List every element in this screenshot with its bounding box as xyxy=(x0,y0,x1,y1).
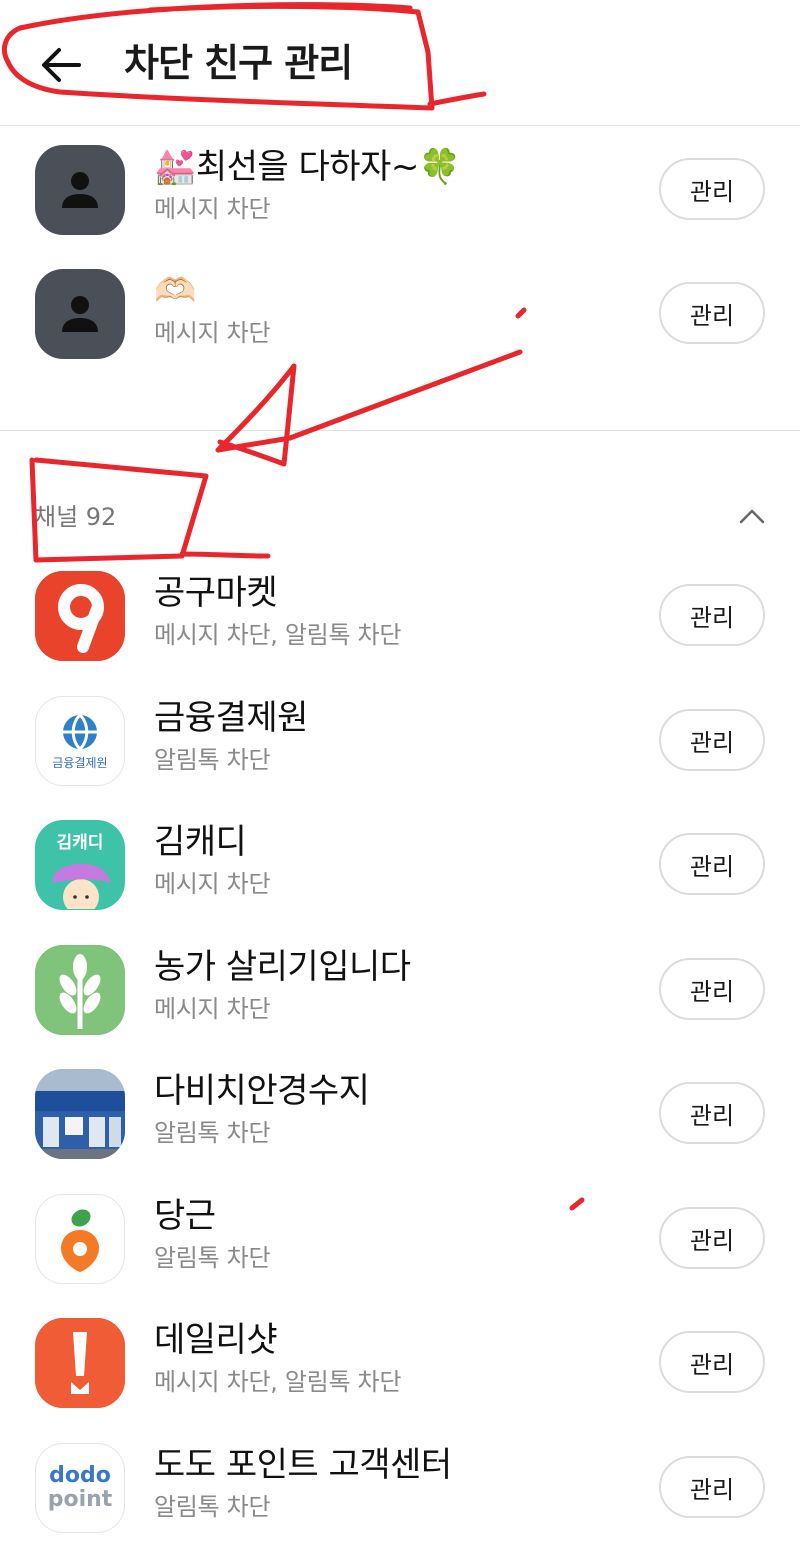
channel-name: 당근 xyxy=(154,1196,216,1236)
gonggu-market-logo xyxy=(35,571,125,661)
dodo-point-logo: dodo point xyxy=(35,1443,125,1533)
block-status: 메시지 차단 xyxy=(154,319,271,347)
block-status: 메시지 차단 xyxy=(154,870,271,898)
friend-name: 💒최선을 다하자~🍀 xyxy=(154,147,461,187)
channel-name: 공구마켓 xyxy=(154,573,278,613)
channel-section-header[interactable]: 채널 92 xyxy=(0,480,800,552)
manage-button[interactable]: 관리 xyxy=(659,282,765,344)
avatar xyxy=(35,269,125,359)
block-status: 메시지 차단, 알림톡 차단 xyxy=(154,1368,402,1396)
manage-button[interactable]: 관리 xyxy=(659,833,765,895)
kftc-logo: 금융결제원 xyxy=(35,696,125,786)
channel-count-label: 채널 92 xyxy=(34,503,117,531)
header: 차단 친구 관리 xyxy=(0,0,800,125)
channel-row: 다비치안경수지 알림톡 차단 관리 xyxy=(0,1054,800,1178)
manage-button[interactable]: 관리 xyxy=(659,1456,765,1518)
manage-button[interactable]: 관리 xyxy=(659,1331,765,1393)
channel-row: 데일리샷 메시지 차단, 알림톡 차단 관리 xyxy=(0,1303,800,1427)
channel-name: 도도 포인트 고객센터 xyxy=(154,1445,452,1485)
dailyshot-logo xyxy=(35,1318,125,1408)
channel-row: 김캐디 김캐디 메시지 차단 관리 xyxy=(0,805,800,929)
manage-button[interactable]: 관리 xyxy=(659,958,765,1020)
block-status: 메시지 차단 xyxy=(154,995,271,1023)
avatar xyxy=(35,145,125,235)
collapse-toggle[interactable] xyxy=(730,494,774,538)
friend-row: 🫶🏻 메시지 차단 관리 xyxy=(0,254,800,378)
manage-button[interactable]: 관리 xyxy=(659,709,765,771)
section-divider xyxy=(0,430,800,431)
channel-row: 농가 살리기입니다 메시지 차단 관리 xyxy=(0,930,800,1054)
channel-name: 농가 살리기입니다 xyxy=(154,947,411,987)
channel-name: 다비치안경수지 xyxy=(154,1071,370,1111)
arrow-left-icon xyxy=(42,48,81,82)
back-button[interactable] xyxy=(36,40,86,90)
kimcaddie-logo: 김캐디 xyxy=(35,820,125,910)
block-status: 알림톡 차단 xyxy=(154,1244,271,1272)
block-status: 알림톡 차단 xyxy=(154,746,271,774)
carrot-logo xyxy=(35,1194,125,1284)
channel-row: 공구마켓 메시지 차단, 알림톡 차단 관리 xyxy=(0,556,800,680)
channel-row: 금융결제원 금융결제원 알림톡 차단 관리 xyxy=(0,681,800,805)
channel-name: 김캐디 xyxy=(154,822,247,862)
wheat-logo xyxy=(35,945,125,1035)
page-title: 차단 친구 관리 xyxy=(124,41,353,85)
manage-button[interactable]: 관리 xyxy=(659,584,765,646)
header-divider xyxy=(0,125,800,126)
block-status: 알림톡 차단 xyxy=(154,1119,271,1147)
channel-name: 데일리샷 xyxy=(154,1320,278,1360)
block-status: 메시지 차단 xyxy=(154,195,271,223)
block-status: 메시지 차단, 알림톡 차단 xyxy=(154,621,402,649)
person-icon xyxy=(62,172,98,208)
person-icon xyxy=(62,296,98,332)
manage-button[interactable]: 관리 xyxy=(659,158,765,220)
channel-row: dodo point 도도 포인트 고객센터 알림톡 차단 관리 xyxy=(0,1428,800,1552)
friend-name: 🫶🏻 xyxy=(154,271,196,311)
channel-name: 금융결제원 xyxy=(154,698,308,738)
store-photo xyxy=(35,1069,125,1159)
chevron-up-icon xyxy=(739,509,765,524)
block-status: 알림톡 차단 xyxy=(154,1493,271,1521)
friend-row: 💒최선을 다하자~🍀 메시지 차단 관리 xyxy=(0,130,800,254)
manage-button[interactable]: 관리 xyxy=(659,1082,765,1144)
channel-row: 당근 알림톡 차단 관리 xyxy=(0,1179,800,1303)
manage-button[interactable]: 관리 xyxy=(659,1207,765,1269)
